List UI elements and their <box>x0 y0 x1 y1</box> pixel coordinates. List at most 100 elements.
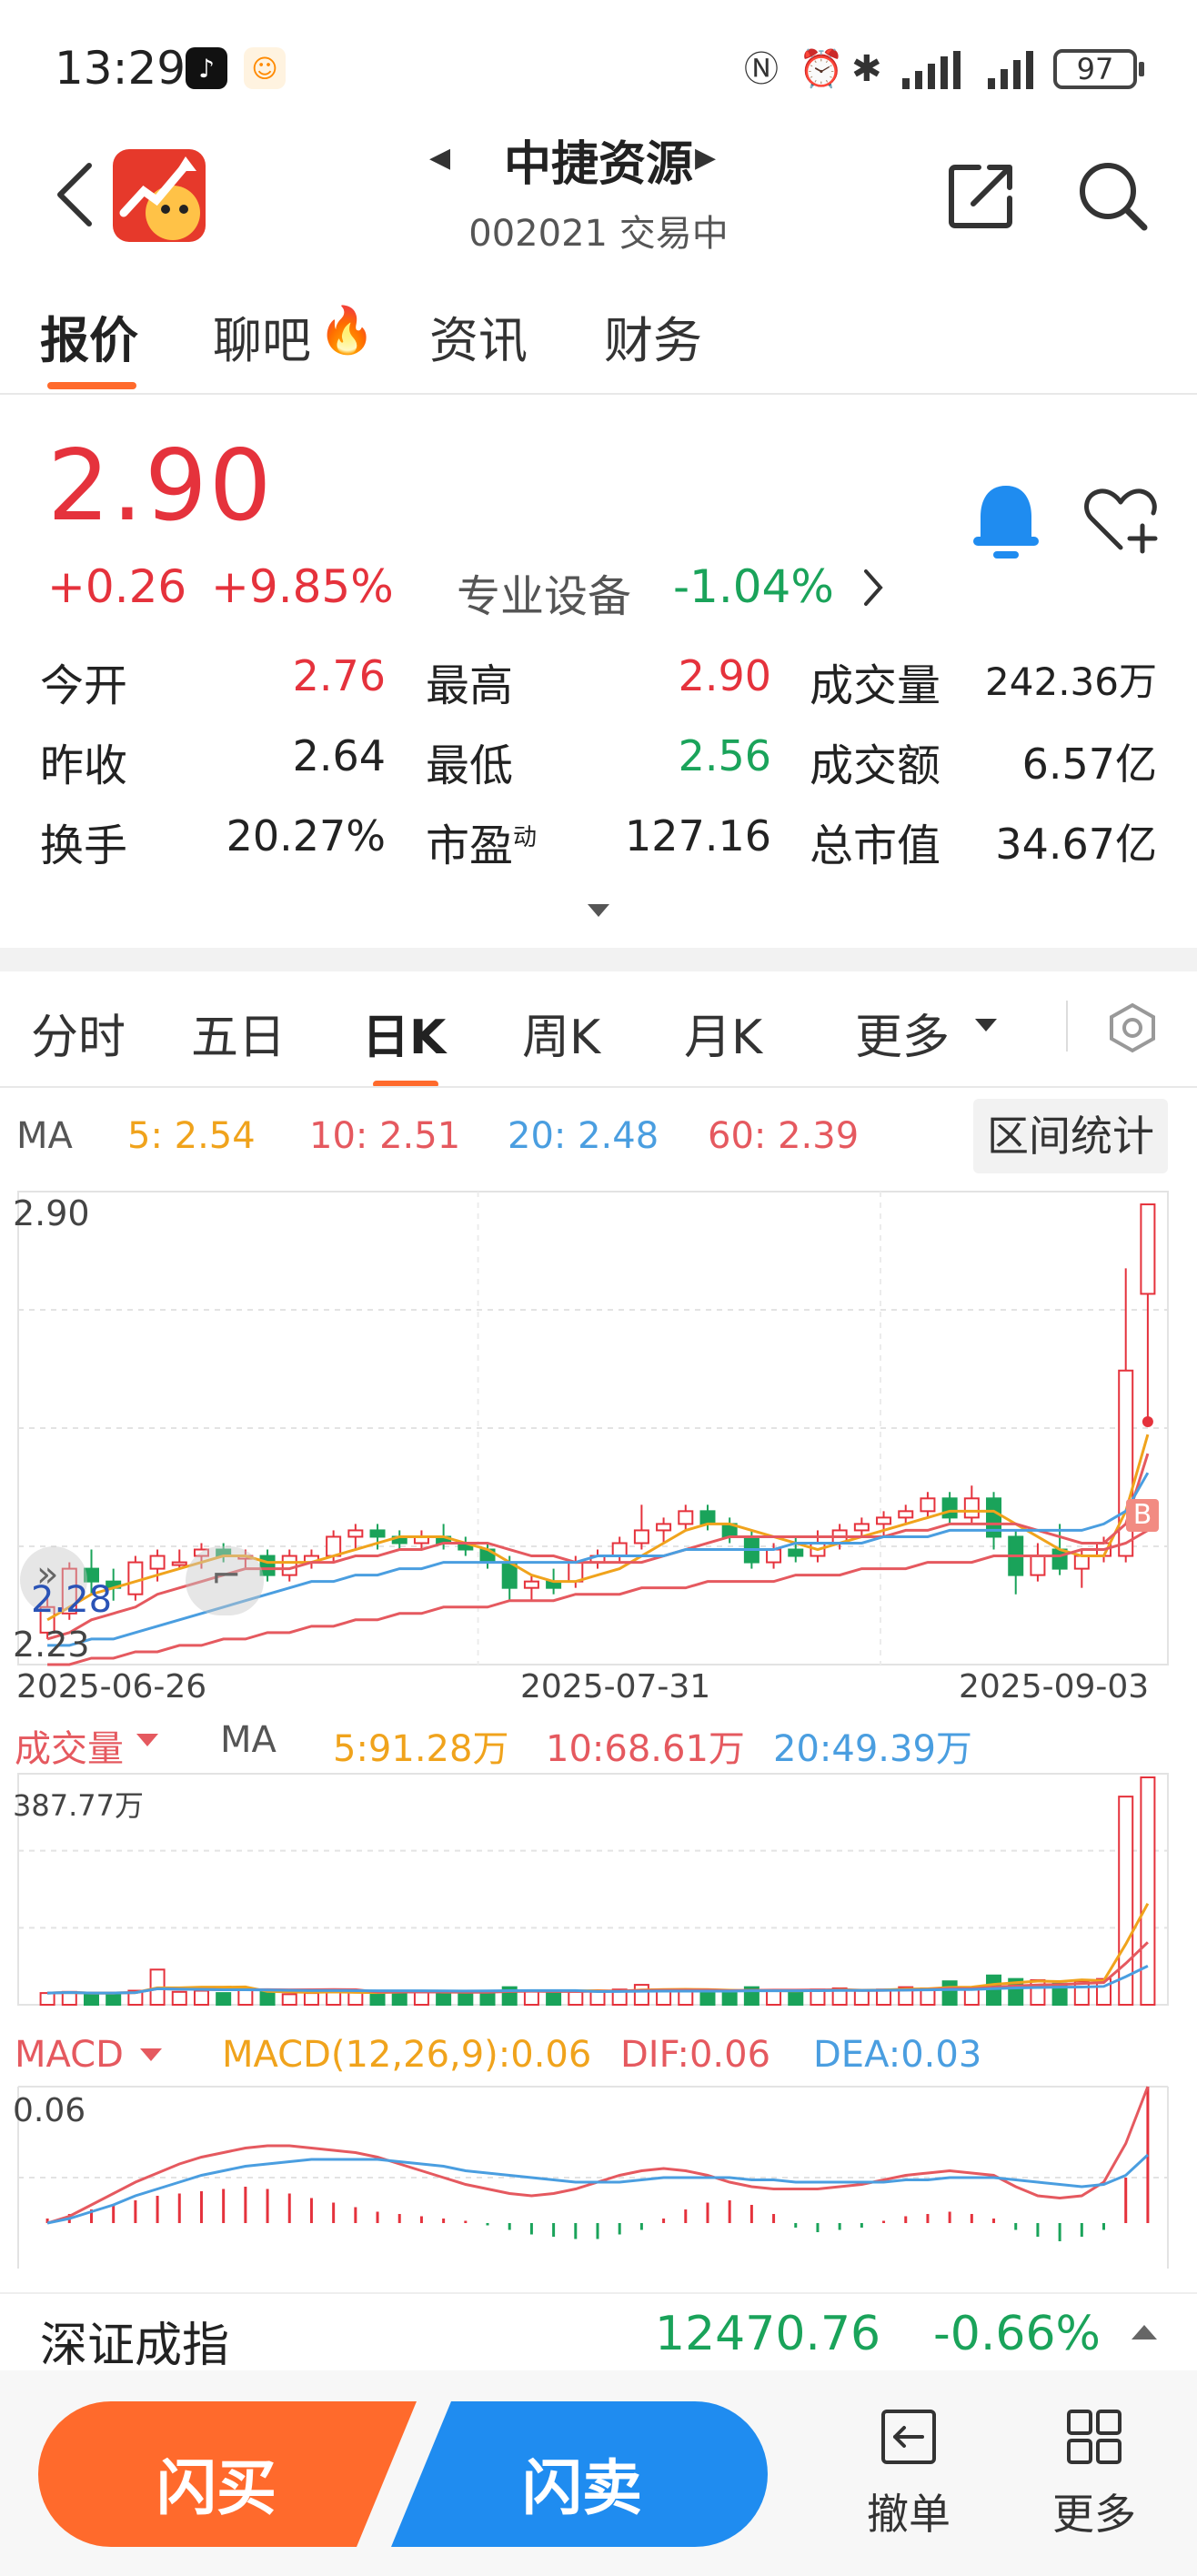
macd-line-dif <box>46 2086 1150 2225</box>
price-change: +0.26 <box>47 560 187 613</box>
last-price-dot <box>1142 1415 1153 1427</box>
chart-tab-monthly-k[interactable]: 月K <box>684 999 762 1067</box>
stock-subtitle: 002021 交易中 <box>468 213 729 255</box>
tab-quote[interactable]: 报价 <box>40 300 138 372</box>
kline-max-label: 2.90 <box>13 1193 90 1233</box>
cancel-order-icon[interactable] <box>880 2409 937 2465</box>
candle-body <box>369 1529 386 1538</box>
chart-settings-icon[interactable] <box>1108 1002 1157 1053</box>
ma20-legend: 20: 2.48 <box>508 1115 659 1157</box>
sector-name[interactable]: 专业设备 <box>457 560 631 624</box>
volume-bar <box>766 1989 782 2007</box>
volume-bar <box>568 1990 584 2006</box>
date-label-mid: 2025-07-31 <box>520 1668 711 1706</box>
signal-2-icon <box>988 51 1033 89</box>
index-name: 深证成指 <box>40 2319 230 2373</box>
chart-tab-5day[interactable]: 五日 <box>191 999 286 1067</box>
macd-line-dea <box>46 2153 1149 2225</box>
collapse-icon: ⌐ <box>211 1555 242 1597</box>
volume-bar <box>237 1988 254 2007</box>
volume-value: 242.36万 <box>985 659 1157 704</box>
candle-body <box>1140 1203 1156 1295</box>
macd-params: MACD(12,26,9):0.06 <box>222 2034 592 2076</box>
volume-bar <box>106 1992 122 2006</box>
cancel-order-button[interactable]: 撤单 <box>855 2481 962 2541</box>
candle-body <box>963 1497 980 1519</box>
pe-value: 127.16 <box>625 811 771 860</box>
more-button[interactable]: 更多 <box>1041 2481 1148 2541</box>
candle-body <box>347 1529 364 1538</box>
candle-body <box>788 1548 804 1557</box>
candle-body <box>853 1523 870 1532</box>
section-gap <box>0 948 1197 971</box>
volume-chart[interactable] <box>0 1772 1197 2012</box>
search-icon[interactable] <box>1077 160 1150 233</box>
volume-bar <box>876 1988 892 2007</box>
bell-icon[interactable] <box>970 480 1042 562</box>
volume-bar <box>523 1989 539 2007</box>
macd-caret-icon[interactable] <box>140 2048 162 2063</box>
divider <box>0 393 1197 395</box>
flash-buy-label: 闪买 <box>156 2453 277 2523</box>
candle-body <box>611 1542 628 1557</box>
sector-chevron-icon[interactable] <box>862 568 884 608</box>
tab-chat[interactable]: 聊吧 <box>213 300 311 372</box>
kline-current-marker: 2.28 <box>31 1579 113 1621</box>
chart-tab-intraday[interactable]: 分时 <box>31 999 126 1067</box>
sector-change[interactable]: -1.04% <box>673 560 834 613</box>
market-cap-value: 34.67亿 <box>995 820 1157 869</box>
battery-icon: 97 <box>1053 49 1144 89</box>
app-notify-icon: ☺ <box>244 47 286 89</box>
active-tab-indicator <box>47 382 136 389</box>
tab-news[interactable]: 资讯 <box>429 300 528 372</box>
volume-bar <box>941 1980 958 2006</box>
nfc-icon: Ⓝ <box>744 49 780 89</box>
candle-body <box>281 1555 297 1576</box>
volume-indicator-label[interactable]: 成交量 <box>15 1719 124 1772</box>
ma-label: MA <box>16 1115 73 1157</box>
date-label-start: 2025-06-26 <box>16 1668 207 1706</box>
chart-tab-daily-k[interactable]: 日K <box>362 999 446 1067</box>
kline-chart[interactable] <box>0 1182 1197 1674</box>
tab-finance[interactable]: 财务 <box>604 300 702 372</box>
volume-bar <box>83 1993 99 2007</box>
candle-body <box>149 1555 166 1570</box>
expand-caret-icon[interactable] <box>588 904 609 919</box>
bluetooth-icon: ✱ <box>851 48 882 90</box>
candle-body <box>678 1510 694 1525</box>
pe-label-text: 市盈 <box>426 820 514 871</box>
range-stats-button[interactable]: 区间统计 <box>973 1099 1168 1173</box>
macd-chart[interactable] <box>0 2085 1197 2270</box>
volume-bar <box>259 1990 276 2006</box>
macd-indicator-label[interactable]: MACD <box>15 2034 124 2076</box>
candle-body <box>1073 1555 1090 1570</box>
high-value: 2.90 <box>678 651 771 700</box>
share-icon[interactable] <box>946 162 1015 231</box>
ma5-legend: 5: 2.54 <box>127 1115 256 1157</box>
candle-body <box>920 1497 936 1513</box>
index-bar[interactable]: 深证成指 12470.76 -0.66% <box>0 2292 1197 2373</box>
volume-frame <box>17 1773 1169 2006</box>
candle-body <box>766 1548 782 1564</box>
macd-dea: DEA:0.03 <box>813 2034 982 2076</box>
volume-bar <box>853 1989 870 2007</box>
volume-caret-icon[interactable] <box>136 1734 158 1748</box>
chart-tab-more[interactable]: 更多 <box>855 999 950 1067</box>
status-time: 13:29 <box>55 42 186 95</box>
date-label-end: 2025-09-03 <box>959 1668 1150 1706</box>
more-grid-icon[interactable] <box>1066 2409 1122 2465</box>
volume-ma20: 20:49.39万 <box>773 1728 972 1770</box>
volume-bar <box>347 1990 364 2006</box>
tab-separator <box>1066 1001 1068 1052</box>
price-change-pct: +9.85% <box>211 560 394 613</box>
volume-bar <box>788 1990 804 2006</box>
kline-collapse-handle[interactable]: ⌐ <box>186 1546 264 1615</box>
favorite-heart-icon[interactable] <box>1082 486 1159 555</box>
chart-tab-weekly-k[interactable]: 周K <box>522 999 600 1067</box>
more-caret-icon[interactable] <box>975 1019 997 1033</box>
volume-bar <box>39 1992 55 2006</box>
high-label: 最高 <box>426 660 514 711</box>
candle-body <box>633 1529 649 1545</box>
index-expand-icon[interactable] <box>1132 2325 1157 2341</box>
next-stock-icon[interactable]: ▶ <box>695 142 716 174</box>
